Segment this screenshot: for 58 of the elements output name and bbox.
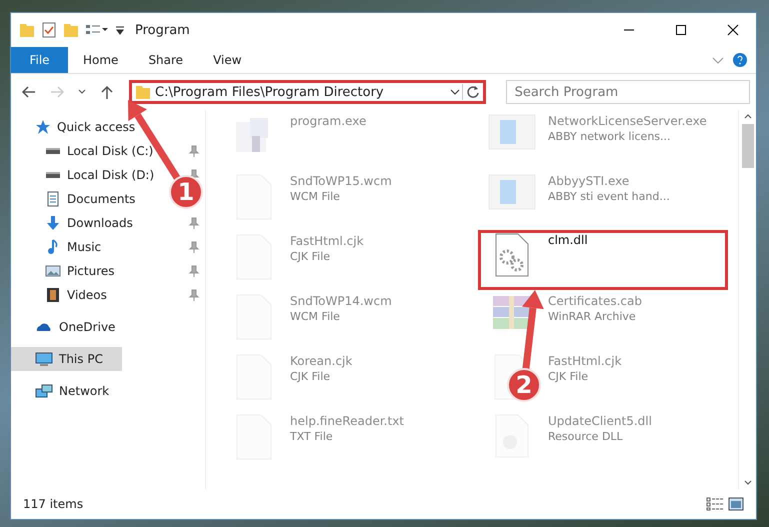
file-type: CJK File bbox=[290, 370, 332, 383]
navigation-item[interactable]: Local Disk (D:) bbox=[11, 163, 158, 187]
navigation-item[interactable]: Music bbox=[11, 235, 106, 259]
document-icon bbox=[45, 191, 61, 207]
properties-check-icon[interactable] bbox=[41, 22, 57, 38]
address-path: C:\Program Files\Program Directory bbox=[155, 84, 385, 100]
search-field[interactable]: Search Program bbox=[506, 80, 750, 104]
file-type: ABBY sti event hand... bbox=[548, 190, 670, 203]
ribbon-tab[interactable]: View bbox=[198, 47, 257, 73]
pin-icon[interactable] bbox=[189, 289, 199, 301]
file-type: Resource DLL bbox=[548, 430, 624, 443]
file-type: WinRAR Archive bbox=[548, 310, 637, 323]
program-window-icon bbox=[488, 114, 536, 150]
pin-icon[interactable] bbox=[189, 241, 199, 253]
navigation-item[interactable]: Network bbox=[11, 379, 114, 403]
file-type: ABBY network licens... bbox=[548, 130, 672, 143]
navigation-item[interactable]: Local Disk (C:) bbox=[11, 139, 158, 163]
file-item[interactable]: clm.dll bbox=[478, 230, 728, 290]
item-count: 117 items bbox=[23, 497, 84, 511]
pin-icon[interactable] bbox=[189, 145, 199, 157]
gears-file-icon bbox=[495, 233, 529, 277]
drive-icon bbox=[45, 147, 61, 155]
pin-icon[interactable] bbox=[189, 265, 199, 277]
computer-icon bbox=[35, 351, 53, 367]
star-icon bbox=[35, 119, 51, 135]
scrollbar[interactable] bbox=[738, 110, 756, 489]
picture-icon bbox=[45, 263, 61, 279]
scrollbar-thumb[interactable] bbox=[742, 124, 754, 168]
navigation-item[interactable]: This PC bbox=[11, 347, 122, 371]
navigation-item[interactable]: Documents bbox=[11, 187, 140, 211]
navigation-item[interactable]: Videos bbox=[11, 283, 111, 307]
file-type: CJK File bbox=[290, 250, 332, 263]
window-title: Program bbox=[135, 22, 191, 38]
program-window-icon bbox=[488, 174, 536, 210]
down-arrow-icon bbox=[45, 215, 61, 231]
ribbon-tab[interactable]: Share bbox=[133, 47, 198, 73]
network-icon bbox=[35, 383, 53, 399]
ribbon-tab[interactable]: Home bbox=[68, 47, 134, 73]
navigation-item[interactable]: Downloads bbox=[11, 211, 137, 235]
file-type: CJK File bbox=[548, 370, 590, 383]
details-view-icon[interactable] bbox=[706, 497, 724, 511]
file-type: WCM File bbox=[290, 190, 341, 203]
file-type: WCM File bbox=[290, 310, 341, 323]
maximize-icon bbox=[675, 24, 687, 36]
close-icon bbox=[727, 24, 739, 36]
file-tab[interactable]: File bbox=[11, 47, 68, 73]
film-icon bbox=[45, 287, 61, 303]
navigation-item[interactable]: OneDrive bbox=[11, 315, 120, 339]
navigation-item[interactable]: Pictures bbox=[11, 259, 119, 283]
navigation-item[interactable]: Quick access bbox=[11, 115, 140, 139]
pin-icon[interactable] bbox=[189, 217, 199, 229]
file-type: TXT File bbox=[290, 430, 334, 443]
drive-icon bbox=[45, 171, 61, 179]
address-bar[interactable]: C:\Program Files\Program Directory bbox=[129, 80, 486, 104]
folder-icon bbox=[135, 84, 151, 100]
stacked-books-icon bbox=[491, 294, 533, 332]
file-name[interactable]: clm.dll bbox=[548, 233, 588, 247]
large-icons-view-icon[interactable] bbox=[728, 497, 744, 511]
